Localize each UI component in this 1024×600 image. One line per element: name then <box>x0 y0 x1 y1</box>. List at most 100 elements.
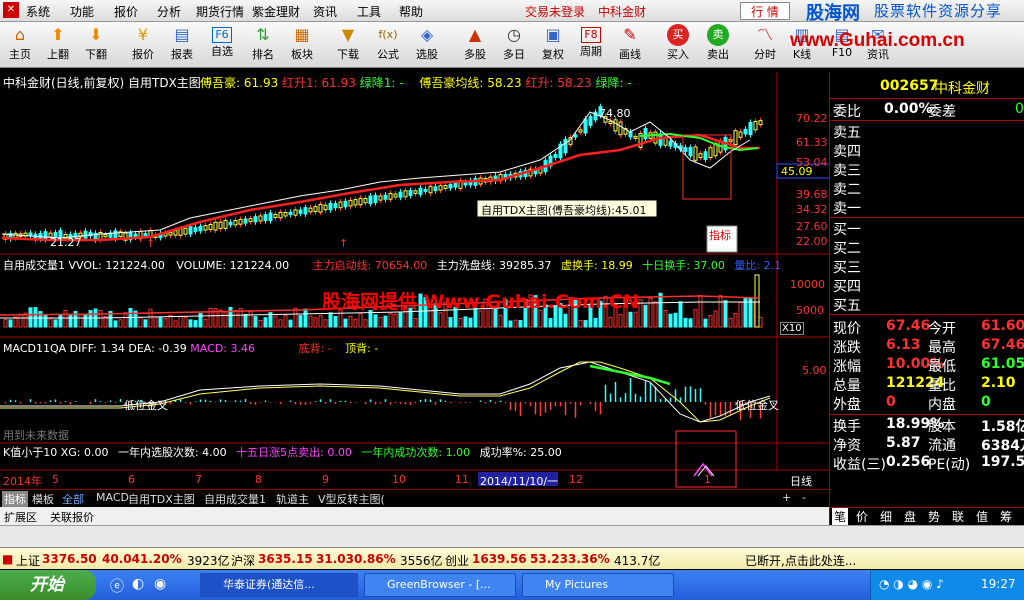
indicator-tabs: 指标 模板 全部 MACD 自用TDX主图 自用成交量1 轨道主 V型反转主图(… <box>0 489 830 507</box>
ranking-button[interactable]: ⇅ 排名 <box>243 24 283 66</box>
login-status[interactable]: 交易未登录 <box>525 3 585 20</box>
related-quote-tab[interactable]: 关联报价 <box>50 509 94 525</box>
menu-item-function[interactable]: 功能 <box>70 3 94 20</box>
period-label[interactable]: 日线 <box>790 473 812 489</box>
quote-list-button[interactable]: ¥ 报价 <box>123 24 163 66</box>
arrow-down-icon: ⬇ <box>89 25 103 44</box>
ie-icon[interactable]: ⓔ <box>110 576 124 596</box>
tab-add-button[interactable]: + <box>782 491 791 504</box>
weicha-label: 委差 <box>928 104 956 120</box>
formula-icon: f(x) <box>378 28 398 41</box>
menu-item-wealth[interactable]: 紫金理财 <box>252 3 300 20</box>
stat-v2: 2.10 <box>981 375 1016 391</box>
time-axis-tick: 6 <box>128 473 135 486</box>
menu-item-system[interactable]: 系统 <box>26 3 50 20</box>
tab-volume[interactable]: 自用成交量1 <box>204 491 266 507</box>
taskbar-item-tdx[interactable]: 华泰证券(通达信... <box>200 573 358 597</box>
connection-status[interactable]: 已断开,点击此处连... <box>745 552 856 569</box>
intraday-button[interactable]: 〽分时 <box>745 24 785 66</box>
tab-ticks[interactable]: 笔 <box>832 508 849 525</box>
panel-bottom-tabs: 笔 价 细 盘 势 联 值 筹 <box>830 507 1024 525</box>
sell-button[interactable]: 卖卖出 <box>698 24 738 66</box>
media-icon[interactable]: ◉ <box>154 576 166 592</box>
stat-v1: 6.13 <box>886 337 921 353</box>
tab-detail[interactable]: 细 <box>880 508 892 525</box>
stat-v2: 61.05 <box>981 356 1024 372</box>
buy-4: 买四 <box>833 279 861 295</box>
formula-button[interactable]: f(x) 公式 <box>368 24 408 66</box>
multi-stock-button[interactable]: ▲ 多股 <box>455 24 495 66</box>
buy-3: 买三 <box>833 260 861 276</box>
tab-indicator[interactable]: 指标 <box>2 491 28 507</box>
tab-remove-button[interactable]: - <box>802 491 806 504</box>
time-axis-tick: 1 <box>704 473 711 486</box>
page-up-button[interactable]: ⬆ 上翻 <box>38 24 78 66</box>
menu-item-help[interactable]: 帮助 <box>399 3 423 20</box>
status-icon: ■ <box>2 552 14 566</box>
tab-all[interactable]: 全部 <box>62 491 84 507</box>
ranking-icon: ⇅ <box>256 25 270 44</box>
tab-trend[interactable]: 势 <box>928 508 940 525</box>
macd-title: MACD11QA DIFF: 1.34 DEA: -0.39 MACD: 3.4… <box>3 342 379 355</box>
stat-v1: 0 <box>886 394 896 410</box>
menu-item-news[interactable]: 资讯 <box>313 3 337 20</box>
kline-chart-area[interactable]: 中科金财(日线,前复权) 自用TDX主图 傅吾豪: 61.93 红升1: 61.… <box>0 72 830 489</box>
stock-picker-button[interactable]: ◈ 选股 <box>407 24 447 66</box>
multi-day-button[interactable]: ◷ 多日 <box>494 24 534 66</box>
tab-related[interactable]: 联 <box>952 508 964 525</box>
taskbar-item-browser[interactable]: GreenBrowser - [... <box>364 573 516 597</box>
stock-code: 002657 <box>880 78 939 94</box>
watermark-slogan: 股票软件资源分享 <box>874 2 1003 20</box>
download-button[interactable]: ▼ 下载 <box>328 24 368 66</box>
menu-item-analysis[interactable]: 分析 <box>157 3 181 20</box>
main-indicators: 傅吾豪: 61.93 红升1: 61.93 绿降1: - 傅吾豪均线: 58.2… <box>200 74 632 91</box>
stat2-l1: 收益(三) <box>833 457 886 473</box>
stat-l1: 总量 <box>833 378 861 394</box>
stat-l2: 量比 <box>928 378 956 394</box>
period-button[interactable]: F8 周期 <box>571 24 611 66</box>
quote-button[interactable]: 行 情 <box>740 2 790 20</box>
stat2-v2: 197.5 <box>981 454 1024 470</box>
stat2-v2: 6384万 <box>981 438 1024 454</box>
draw-line-button[interactable]: ✎ 画线 <box>610 24 650 66</box>
tab-template[interactable]: 模板 <box>32 491 54 507</box>
time-axis-tick: 12 <box>569 473 583 486</box>
watchlist-button[interactable]: F6 自选 <box>202 24 242 66</box>
buy-button[interactable]: 买买入 <box>658 24 698 66</box>
tab-channel[interactable]: 轨道主 <box>276 491 309 507</box>
tab-chips[interactable]: 筹 <box>1000 508 1012 525</box>
tab-tdx-main[interactable]: 自用TDX主图 <box>128 491 195 507</box>
tab-price[interactable]: 价 <box>856 508 868 525</box>
multi-stock-icon: ▲ <box>468 25 482 44</box>
indicator-tag[interactable]: 指标 <box>709 227 731 243</box>
time-axis-tick: 5 <box>52 473 59 486</box>
stat2-v1: 5.87 <box>886 435 921 451</box>
menu-item-futures[interactable]: 期货行情 <box>196 3 244 20</box>
cy-label: 创业 <box>445 554 470 568</box>
adjust-icon: ▣ <box>545 25 561 44</box>
sh-label: 上证 <box>16 554 41 568</box>
tab-value[interactable]: 值 <box>976 508 988 525</box>
taskbar-item-pictures[interactable]: My Pictures <box>522 573 674 597</box>
system-tray: ◔ ◑ ◕ ◉ ♪ 19:27 <box>870 570 1024 600</box>
sector-button[interactable]: ▦ 板块 <box>282 24 322 66</box>
home-button[interactable]: ⌂ 主页 <box>0 24 40 66</box>
tab-v-reversal[interactable]: V型反转主图( <box>318 491 385 507</box>
sh-amount: 3923亿 <box>187 554 230 568</box>
adjust-button[interactable]: ▣ 复权 <box>533 24 573 66</box>
report-icon: ▤ <box>174 25 190 44</box>
report-button[interactable]: ▤ 报表 <box>162 24 202 66</box>
tab-macd[interactable]: MACD <box>96 491 129 504</box>
menu-item-quote[interactable]: 报价 <box>114 3 138 20</box>
sector-icon: ▦ <box>294 25 310 44</box>
ext-area-tab[interactable]: 扩展区 <box>4 509 37 525</box>
time-axis-tick: 9 <box>322 473 329 486</box>
menu-item-tools[interactable]: 工具 <box>357 3 381 20</box>
start-button[interactable]: 开始 <box>0 570 96 600</box>
tab-board[interactable]: 盘 <box>904 508 916 525</box>
buy-marker: ↑ <box>339 237 349 250</box>
chart-watermark: 股海网提供 Www.Guhai.Com.CN <box>322 291 639 313</box>
f8-icon: F8 <box>581 27 601 43</box>
quick-launch-icon[interactable]: ◐ <box>132 576 144 592</box>
page-down-button[interactable]: ⬇ 下翻 <box>76 24 116 66</box>
